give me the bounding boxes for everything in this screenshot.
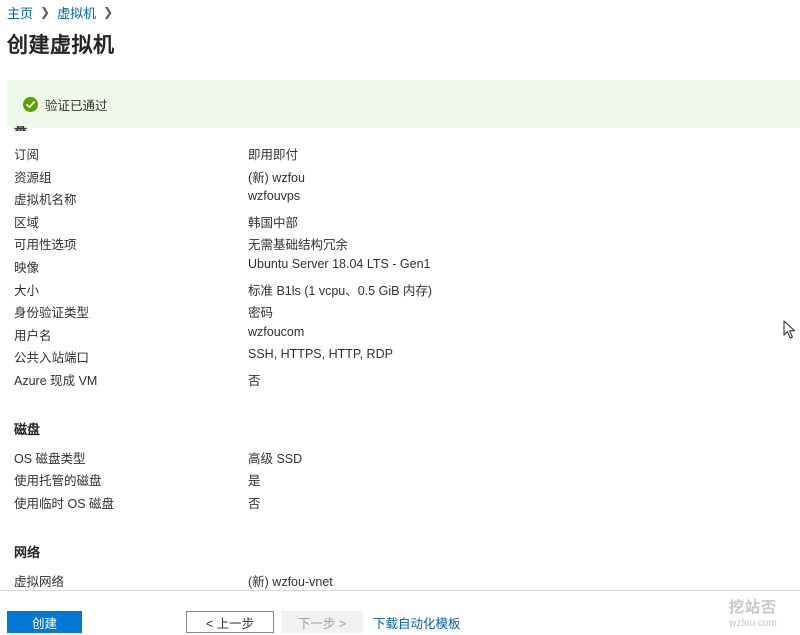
summary-value: 韩国中部 [248, 216, 299, 230]
watermark-line1: 挖站否 [728, 599, 777, 616]
summary-label: 身份验证类型 [14, 306, 90, 320]
chevron-right-icon: ❯ [40, 5, 51, 19]
summary-row: OS 磁盘类型 高级 SSD [0, 448, 780, 468]
summary-value: (新) wzfou-vnet [248, 575, 333, 589]
mouse-cursor-icon [783, 320, 795, 339]
breadcrumb-home-link[interactable]: 主页 [7, 3, 33, 22]
create-button[interactable]: 创建 [7, 611, 82, 633]
disks-section-title: 磁盘 [14, 422, 41, 437]
summary-label: 用户名 [14, 329, 52, 343]
summary-value: 否 [248, 497, 261, 511]
summary-label: 公共入站端口 [14, 351, 90, 365]
summary-value: wzfoucom [248, 325, 305, 339]
breadcrumb-vm-link[interactable]: 虚拟机 [57, 3, 96, 22]
summary-row: 映像 Ubuntu Server 18.04 LTS - Gen1 [0, 257, 780, 277]
next-button[interactable]: 下一步 > [281, 611, 363, 633]
summary-value: 否 [248, 374, 261, 388]
summary-row: 使用托管的磁盘 是 [0, 470, 780, 490]
summary-value: SSH, HTTPS, HTTP, RDP [248, 347, 393, 361]
summary-row: 使用临时 OS 磁盘 否 [0, 493, 780, 513]
summary-label: 映像 [14, 261, 40, 275]
summary-label: 虚拟机名称 [14, 193, 77, 207]
summary-label: 大小 [14, 284, 40, 298]
breadcrumb: 主页 ❯ 虚拟机 ❯ [7, 3, 120, 21]
watermark-line2: wzfou.com [729, 618, 777, 629]
summary-label: OS 磁盘类型 [14, 452, 86, 466]
summary-label: 订阅 [14, 148, 40, 162]
summary-value: (新) wzfou [248, 171, 305, 185]
download-template-link[interactable]: 下载自动化模板 [373, 613, 461, 632]
summary-label: Azure 现成 VM [14, 374, 98, 388]
summary-row: 公共入站端口 SSH, HTTPS, HTTP, RDP [0, 347, 780, 367]
summary-label: 使用托管的磁盘 [14, 474, 102, 488]
summary-value: 是 [248, 474, 261, 488]
summary-row: 可用性选项 无需基础结构冗余 [0, 234, 780, 254]
previous-button[interactable]: < 上一步 [186, 611, 274, 633]
basics-section-title-partial: 基本 [14, 126, 36, 131]
summary-label: 区域 [14, 216, 40, 230]
success-check-icon [23, 97, 38, 112]
summary-value: 即用即付 [248, 148, 299, 162]
summary-label: 可用性选项 [14, 238, 77, 252]
summary-label: 资源组 [14, 171, 52, 185]
summary-row: 资源组 (新) wzfou [0, 167, 780, 187]
summary-row: Azure 现成 VM 否 [0, 370, 780, 390]
summary-row: 身份验证类型 密码 [0, 302, 780, 322]
summary-row: 区域 韩国中部 [0, 212, 780, 232]
summary-value: 高级 SSD [248, 452, 303, 466]
summary-value: Ubuntu Server 18.04 LTS - Gen1 [248, 257, 431, 271]
validation-banner: 验证已通过 [7, 80, 800, 128]
network-section-title: 网络 [14, 545, 41, 560]
validation-message: 验证已通过 [45, 99, 108, 113]
action-footer: 创建 < 上一步 下一步 > 下载自动化模板 [0, 590, 800, 635]
chevron-right-icon: ❯ [103, 5, 114, 19]
summary-row: 用户名 wzfoucom [0, 325, 780, 345]
summary-row: 虚拟机名称 wzfouvps [0, 189, 780, 209]
page-title: 创建虚拟机 [7, 34, 115, 57]
summary-row: 订阅 即用即付 [0, 144, 780, 164]
summary-value: wzfouvps [248, 189, 301, 203]
summary-row: 大小 标准 B1ls (1 vcpu、0.5 GiB 内存) [0, 280, 780, 300]
summary-value: 密码 [248, 306, 274, 320]
summary-value: 无需基础结构冗余 [248, 238, 349, 252]
summary-row: 虚拟网络 (新) wzfou-vnet [0, 571, 780, 591]
summary-label: 虚拟网络 [14, 575, 65, 589]
summary-label: 使用临时 OS 磁盘 [14, 497, 115, 511]
watermark-logo: 挖站否 wzfou.com [708, 596, 798, 629]
summary-value: 标准 B1ls (1 vcpu、0.5 GiB 内存) [248, 284, 433, 298]
